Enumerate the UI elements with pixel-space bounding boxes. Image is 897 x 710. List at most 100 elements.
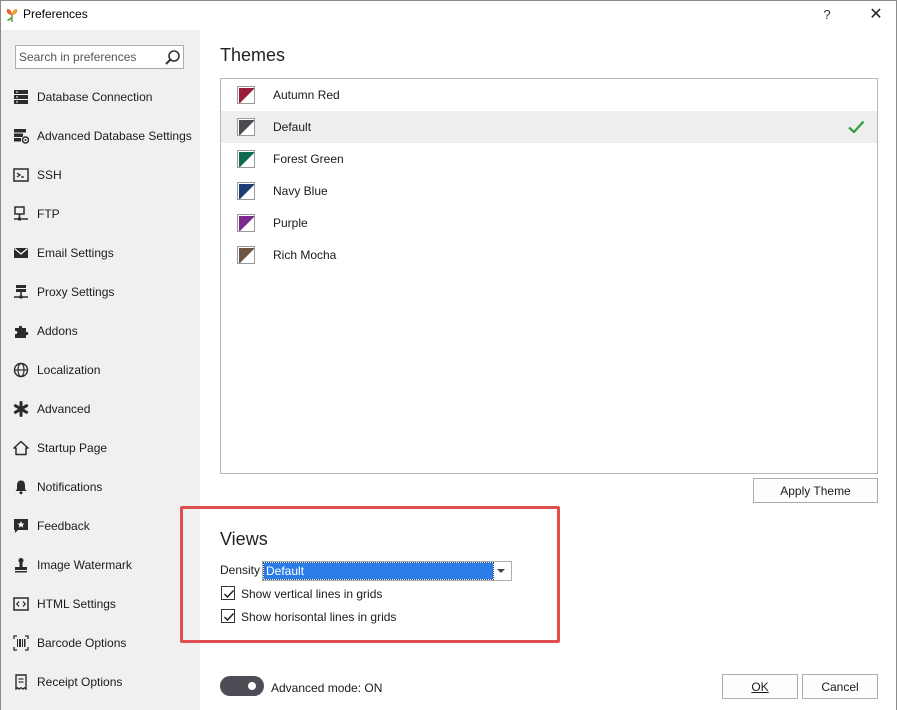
bell-icon [15, 480, 27, 495]
show-vertical-lines-label: Show vertical lines in grids [241, 587, 383, 601]
sidebar-nav: Database Connection Advanced Database Se… [1, 77, 200, 701]
sidebar-item-label: Image Watermark [37, 558, 132, 572]
theme-swatch [237, 246, 255, 264]
sidebar-item-database-connection[interactable]: Database Connection [1, 77, 200, 116]
show-vertical-lines-option[interactable]: Show vertical lines in grids [220, 585, 540, 603]
density-label: Density [220, 563, 261, 577]
theme-swatch [237, 182, 255, 200]
swatch-fill [239, 88, 254, 103]
sidebar-item-label: Email Settings [37, 246, 114, 260]
show-horizontal-lines-option[interactable]: Show horisontal lines in grids [220, 608, 540, 626]
home-icon [13, 440, 29, 456]
sidebar-item-label: Notifications [37, 480, 103, 494]
theme-swatch [237, 214, 255, 232]
sidebar-item-advanced[interactable]: Advanced [1, 389, 200, 428]
sidebar-item-label: Barcode Options [37, 636, 127, 650]
sidebar-item-label: SSH [37, 168, 62, 182]
theme-item-autumn-red[interactable]: Autumn Red [221, 79, 877, 111]
theme-swatch [237, 118, 255, 136]
theme-label: Purple [273, 216, 308, 230]
sidebar-item-label: Advanced [37, 402, 91, 416]
stamp-icon [15, 558, 27, 573]
sidebar-item-label: Localization [37, 363, 101, 377]
sidebar: Database Connection Advanced Database Se… [1, 30, 200, 710]
sidebar-item-advanced-database-settings[interactable]: Advanced Database Settings [1, 116, 200, 155]
sidebar-item-localization[interactable]: Localization [1, 350, 200, 389]
checkmark-icon [848, 120, 865, 134]
terminal-icon [13, 168, 29, 182]
swatch-fill [239, 152, 254, 167]
swatch-fill [239, 120, 254, 135]
theme-swatch [237, 86, 255, 104]
theme-label: Rich Mocha [273, 248, 337, 262]
sidebar-item-label: Receipt Options [37, 675, 123, 689]
search-icon[interactable] [164, 49, 181, 66]
puzzle-icon [15, 325, 29, 338]
code-icon [13, 597, 29, 611]
network-icon [14, 206, 28, 221]
sidebar-item-ssh[interactable]: SSH [1, 155, 200, 194]
database-settings-icon [14, 129, 29, 144]
window-title: Preferences [23, 7, 88, 21]
show-horizontal-lines-label: Show horisontal lines in grids [241, 610, 397, 624]
sidebar-item-label: Database Connection [37, 90, 153, 104]
apply-theme-button[interactable]: Apply Theme [753, 478, 878, 503]
search-input[interactable] [19, 48, 159, 66]
checkmark-icon [223, 612, 235, 622]
swatch-fill [239, 216, 254, 231]
chevron-down-icon[interactable] [497, 569, 505, 573]
sidebar-item-feedback[interactable]: Feedback [1, 506, 200, 545]
app-logo-icon [6, 9, 18, 22]
theme-item-default[interactable]: Default [221, 111, 877, 143]
sidebar-item-startup-page[interactable]: Startup Page [1, 428, 200, 467]
sidebar-item-label: Feedback [37, 519, 90, 533]
sidebar-item-html-settings[interactable]: HTML Settings [1, 584, 200, 623]
barcode-icon [13, 635, 29, 651]
show-vertical-lines-checkbox[interactable] [221, 586, 235, 600]
main-panel: Themes Autumn Red Default Forest Green N… [180, 30, 896, 710]
envelope-icon [14, 248, 28, 258]
server-icon [14, 285, 28, 299]
swatch-fill [239, 248, 254, 263]
receipt-icon [15, 674, 27, 690]
theme-item-forest-green[interactable]: Forest Green [221, 143, 877, 175]
preferences-window: Preferences ? ✕ Database Connection [0, 0, 897, 710]
title-bar: Preferences ? ✕ [1, 1, 896, 30]
sidebar-item-label: HTML Settings [37, 597, 116, 611]
ok-button-label: OK [751, 679, 769, 694]
theme-label: Autumn Red [273, 88, 340, 102]
sidebar-item-receipt-options[interactable]: Receipt Options [1, 662, 200, 701]
show-horizontal-lines-checkbox[interactable] [221, 609, 235, 623]
sidebar-item-notifications[interactable]: Notifications [1, 467, 200, 506]
density-select[interactable]: Default [262, 561, 512, 581]
cancel-button[interactable]: Cancel [802, 674, 878, 699]
sidebar-item-barcode-options[interactable]: Barcode Options [1, 623, 200, 662]
checkmark-icon [223, 589, 235, 599]
theme-label: Forest Green [273, 152, 344, 166]
theme-swatch [237, 150, 255, 168]
sidebar-item-label: Startup Page [37, 441, 108, 455]
sidebar-item-label: Proxy Settings [37, 285, 115, 299]
ok-button[interactable]: OK [722, 674, 798, 699]
sidebar-item-label: FTP [37, 207, 60, 221]
search-box [15, 45, 184, 69]
close-button[interactable]: ✕ [864, 4, 888, 26]
toggle-knob [248, 682, 256, 690]
sidebar-item-email-settings[interactable]: Email Settings [1, 233, 200, 272]
theme-item-purple[interactable]: Purple [221, 207, 877, 239]
sidebar-item-label: Advanced Database Settings [37, 129, 192, 143]
themes-title: Themes [220, 45, 286, 65]
theme-item-navy-blue[interactable]: Navy Blue [221, 175, 877, 207]
theme-label: Default [273, 120, 312, 134]
sidebar-item-label: Addons [37, 324, 78, 338]
advanced-mode-toggle[interactable] [220, 676, 264, 696]
advanced-mode-label: Advanced mode: ON [271, 681, 383, 695]
sidebar-item-addons[interactable]: Addons [1, 311, 200, 350]
sidebar-item-image-watermark[interactable]: Image Watermark [1, 545, 200, 584]
swatch-fill [239, 184, 254, 199]
theme-item-rich-mocha[interactable]: Rich Mocha [221, 239, 877, 271]
star-comment-icon [14, 519, 28, 533]
sidebar-item-ftp[interactable]: FTP [1, 194, 200, 233]
help-button[interactable]: ? [815, 4, 839, 26]
sidebar-item-proxy-settings[interactable]: Proxy Settings [1, 272, 200, 311]
